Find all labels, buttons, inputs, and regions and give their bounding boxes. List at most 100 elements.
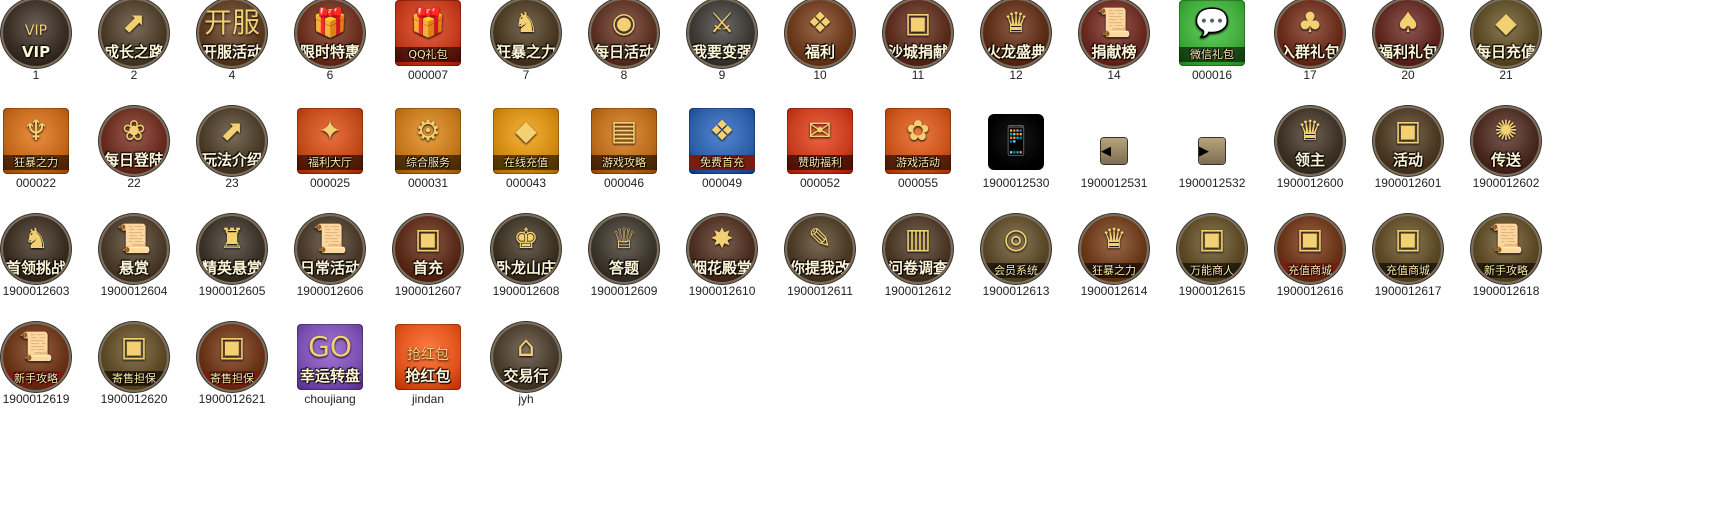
file-name-label: 10 — [813, 68, 827, 82]
file-item-22[interactable]: ❀ 每日登陆 22 — [84, 108, 184, 214]
file-item-1900012609[interactable]: ♕ 答题 1900012609 — [574, 216, 674, 322]
file-name-label: 23 — [225, 176, 239, 190]
file-item-1900012615[interactable]: ▣ 万能商人 1900012615 — [1162, 216, 1262, 322]
rose-orb-icon: ✺ 传送 — [1473, 108, 1539, 174]
file-item-1900012532[interactable]: ▶ 1900012532 — [1162, 108, 1262, 214]
file-item-000043[interactable]: ◆ 在线充值 000043 — [476, 108, 576, 214]
file-item-9[interactable]: ⚔ 我要变强 9 — [672, 0, 772, 106]
file-item-1[interactable]: VIP VIP 1 — [0, 0, 86, 106]
file-item-choujiang[interactable]: GO 幸运转盘 choujiang — [280, 324, 380, 430]
file-item-1900012621[interactable]: ▣ 寄售担保 1900012621 — [182, 324, 282, 430]
file-item-11[interactable]: ▣ 沙城捐献 11 — [868, 0, 968, 106]
file-item-1900012620[interactable]: ▣ 寄售担保 1900012620 — [84, 324, 184, 430]
file-item-1900012603[interactable]: ♞ 首领挑战 1900012603 — [0, 216, 86, 322]
green-arrow-icon-glyph: ⬈ — [122, 6, 146, 39]
file-item-17[interactable]: ♣ 入群礼包 17 — [1260, 0, 1360, 106]
thumbnail-caption: 免费首充 — [689, 155, 755, 170]
file-item-1900012530[interactable]: 📱 1900012530 — [966, 108, 1066, 214]
file-item-4[interactable]: 开服 开服活动 4 — [182, 0, 282, 106]
vip-crown-icon: VIP VIP — [3, 0, 69, 66]
file-item-1900012602[interactable]: ✺ 传送 1900012602 — [1456, 108, 1556, 214]
file-name-label: 14 — [1107, 68, 1121, 82]
file-item-1900012616[interactable]: ▣ 充值商城 1900012616 — [1260, 216, 1360, 322]
dragon-chest-icon-glyph: ▣ — [218, 330, 246, 363]
treasure-chest-icon: ▣ 沙城捐献 — [885, 0, 951, 66]
shop-chest-icon: ▣ 充值商城 — [1277, 216, 1343, 282]
file-item-7[interactable]: ♞ 狂暴之力 7 — [476, 0, 576, 106]
file-item-000046[interactable]: ▤ 游戏攻略 000046 — [574, 108, 674, 214]
file-item-1900012600[interactable]: ♛ 领主 1900012600 — [1260, 108, 1360, 214]
survey-scroll-icon-glyph: ▥ — [904, 222, 932, 255]
file-item-14[interactable]: 📜 捐献榜 14 — [1064, 0, 1164, 106]
file-name-label: 000052 — [799, 176, 841, 190]
file-name-label: 000007 — [407, 68, 449, 82]
file-item-12[interactable]: ♛ 火龙盛典 12 — [966, 0, 1066, 106]
file-item-2[interactable]: ⬈ 成长之路 2 — [84, 0, 184, 106]
file-item-10[interactable]: ❖ 福利 10 — [770, 0, 870, 106]
file-item-1900012611[interactable]: ✎ 你提我改 1900012611 — [770, 216, 870, 322]
file-name-label: 17 — [1303, 68, 1317, 82]
file-item-23[interactable]: ⬈ 玩法介绍 23 — [182, 108, 282, 214]
file-item-1900012606[interactable]: 📜 日常活动 1900012606 — [280, 216, 380, 322]
dragon-helmet-icon: ♛ 火龙盛典 — [983, 0, 1049, 66]
sack-icon-glyph: ◉ — [611, 6, 637, 39]
file-item-1900012608[interactable]: ♚ 卧龙山庄 1900012608 — [476, 216, 576, 322]
file-item-1900012613[interactable]: ◎ 会员系统 1900012613 — [966, 216, 1066, 322]
file-name-label: 1900012619 — [2, 392, 70, 406]
red-envelope-icon: 抢红包 抢红包 — [395, 324, 461, 390]
thumbnail-caption: 在线充值 — [493, 155, 559, 170]
dragon-crest-icon: ♚ 卧龙山庄 — [493, 216, 559, 282]
file-item-8[interactable]: ◉ 每日活动 8 — [574, 0, 674, 106]
thumbnail-caption: 每日活动 — [593, 43, 654, 61]
file-item-000052[interactable]: ✉ 赞助福利 000052 — [770, 108, 870, 214]
merchant-chest-icon: ▣ 万能商人 — [1179, 216, 1245, 282]
file-item-1900012614[interactable]: ♛ 狂暴之力 1900012614 — [1064, 216, 1164, 322]
file-name-label: 1900012605 — [198, 284, 266, 298]
file-name-label: 1900012608 — [492, 284, 560, 298]
treasure-chest-icon-glyph: ▣ — [904, 6, 932, 39]
thumbnail-caption: 幸运转盘 — [299, 367, 360, 385]
file-item-1900012619[interactable]: 📜 新手攻略 1900012619 — [0, 324, 86, 430]
flame-helmet-icon: ♛ 狂暴之力 — [1081, 216, 1147, 282]
file-name-label: 1900012531 — [1080, 176, 1148, 190]
file-name-label: 1900012603 — [2, 284, 70, 298]
thumbnail-caption: 首充 — [412, 259, 443, 277]
file-item-1900012531[interactable]: ◀ 1900012531 — [1064, 108, 1164, 214]
file-item-21[interactable]: ◆ 每日充值 21 — [1456, 0, 1556, 106]
event-icon-glyph: ✿ — [906, 114, 930, 147]
file-item-000031[interactable]: ⚙ 综合服务 000031 — [378, 108, 478, 214]
arrow-left-icon: ◀ — [1101, 138, 1127, 164]
file-item-jindan[interactable]: 抢红包 抢红包 jindan — [378, 324, 478, 430]
file-item-000016[interactable]: 💬 微信礼包 000016 — [1162, 0, 1262, 106]
file-item-1900012607[interactable]: ▣ 首充 1900012607 — [378, 216, 478, 322]
file-item-1900012604[interactable]: 📜 悬赏 1900012604 — [84, 216, 184, 322]
file-name-label: 000055 — [897, 176, 939, 190]
file-name-label: 12 — [1009, 68, 1023, 82]
file-item-1900012601[interactable]: ▣ 活动 1900012601 — [1358, 108, 1458, 214]
file-name-label: 20 — [1401, 68, 1415, 82]
file-item-1900012618[interactable]: 📜 新手攻略 1900012618 — [1456, 216, 1556, 322]
file-name-label: 11 — [911, 68, 925, 82]
file-item-1900012610[interactable]: ✸ 烟花殿堂 1900012610 — [672, 216, 772, 322]
file-item-000025[interactable]: ✦ 福利大厅 000025 — [280, 108, 380, 214]
file-item-6[interactable]: 🎁 限时特惠 6 — [280, 0, 380, 106]
file-item-1900012605[interactable]: ♜ 精英悬赏 1900012605 — [182, 216, 282, 322]
thumbnail-caption: 你提我改 — [789, 259, 850, 277]
shop-chest-icon: ▣ 充值商城 — [1375, 216, 1441, 282]
file-name-label: 1900012620 — [100, 392, 168, 406]
file-item-000055[interactable]: ✿ 游戏活动 000055 — [868, 108, 968, 214]
file-item-jyh[interactable]: ⌂ 交易行 jyh — [476, 324, 576, 430]
gear-icon: ⚙ 综合服务 — [395, 108, 461, 174]
file-item-000022[interactable]: ♆ 狂暴之力 000022 — [0, 108, 86, 214]
treasure-chest-icon-glyph: ▣ — [414, 222, 442, 255]
gold-ingot-icon: ◆ 在线充值 — [493, 108, 559, 174]
demon-head-icon-glyph: ♞ — [23, 222, 49, 255]
file-item-1900012617[interactable]: ▣ 充值商城 1900012617 — [1358, 216, 1458, 322]
file-name-label: 1900012617 — [1374, 284, 1442, 298]
file-item-000007[interactable]: 🎁 QQ礼包 000007 — [378, 0, 478, 106]
file-item-000049[interactable]: ❖ 免费首充 000049 — [672, 108, 772, 214]
file-item-20[interactable]: ♠ 福利礼包 20 — [1358, 0, 1458, 106]
file-item-1900012612[interactable]: ▥ 问卷调查 1900012612 — [868, 216, 968, 322]
green-arrow-icon: ⬈ 成长之路 — [101, 0, 167, 66]
palace-fireworks-icon-glyph: ✸ — [710, 222, 734, 255]
